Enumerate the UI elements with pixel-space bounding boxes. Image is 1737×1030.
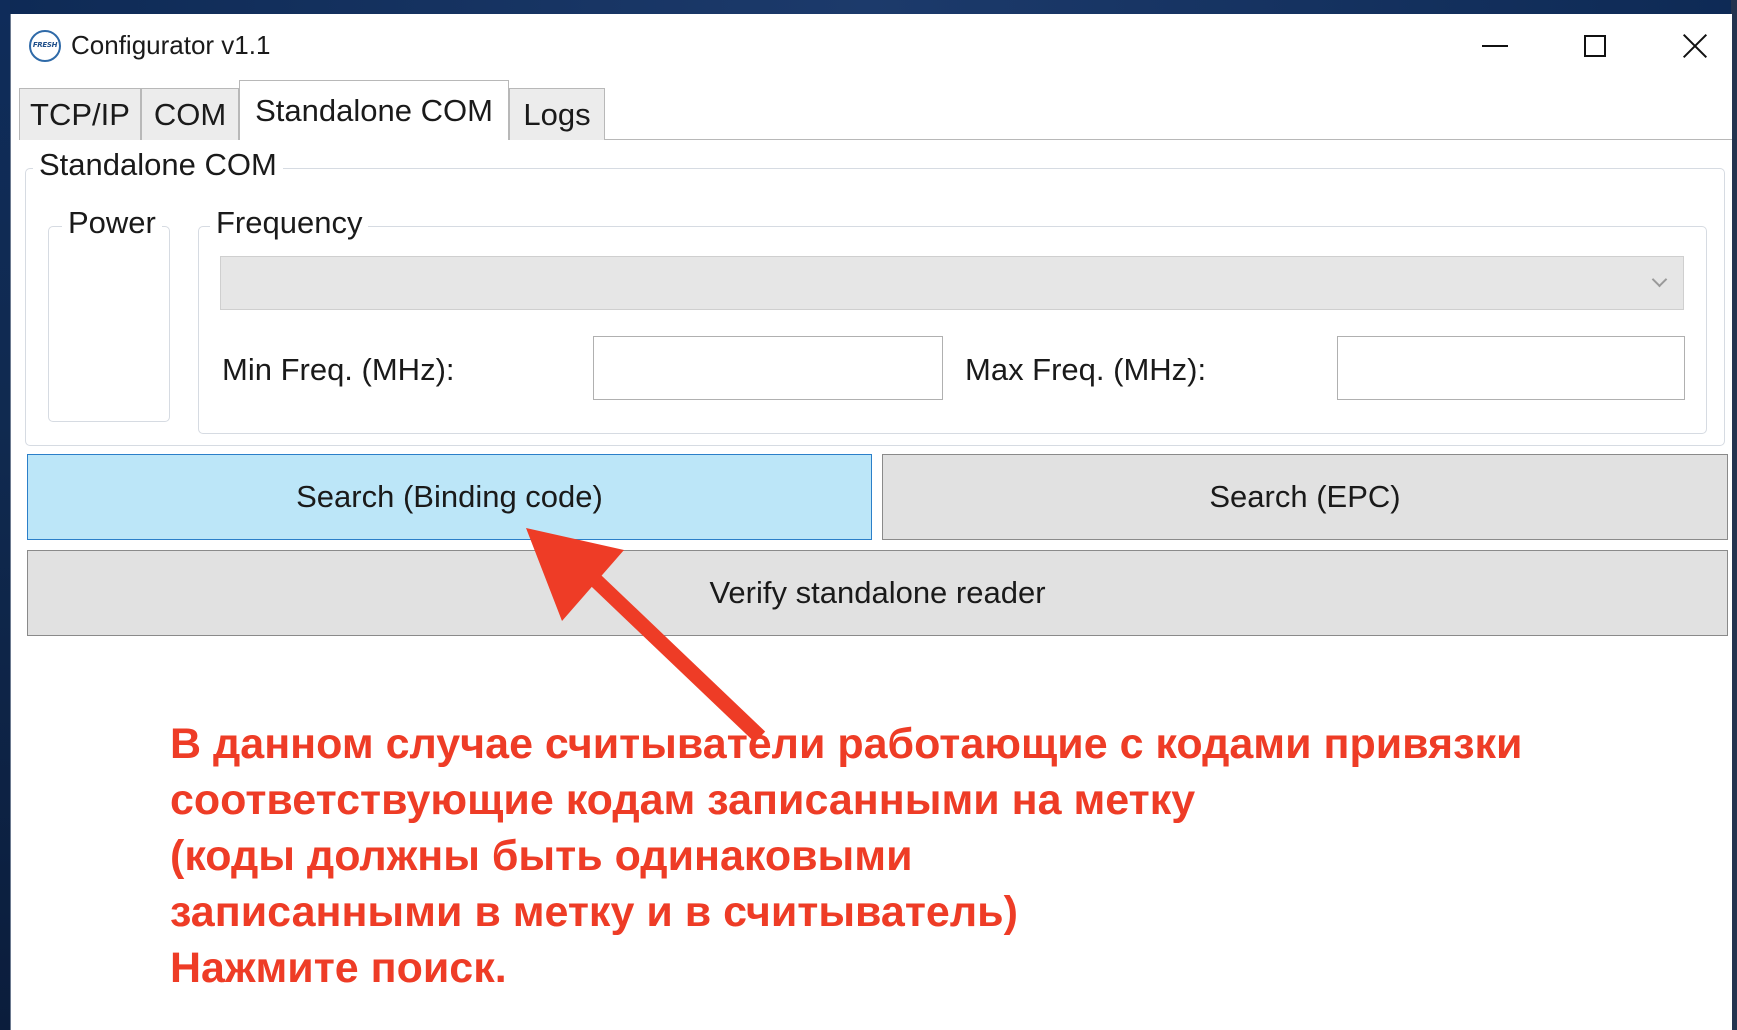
annotation-text: В данном случае считыватели работающие с…	[170, 716, 1522, 996]
tab-com[interactable]: COM	[141, 88, 239, 140]
min-freq-label: Min Freq. (MHz):	[222, 352, 455, 387]
min-freq-input[interactable]	[593, 336, 943, 400]
annotation-line: соответствующие кодам записанными на мет…	[170, 776, 1196, 824]
close-button[interactable]	[1645, 14, 1737, 78]
tab-logs[interactable]: Logs	[509, 88, 605, 140]
desktop-background-left	[0, 0, 10, 1030]
maximize-icon	[1584, 35, 1606, 57]
max-freq-input[interactable]	[1337, 336, 1685, 400]
max-freq-label: Max Freq. (MHz):	[965, 352, 1207, 387]
tab-tcp-ip[interactable]: TCP/IP	[19, 88, 141, 140]
annotation-line: В данном случае считыватели работающие с…	[170, 720, 1523, 768]
frequency-group-title: Frequency	[210, 206, 369, 240]
app-logo-text: FRESH	[32, 41, 58, 49]
minimize-button[interactable]	[1445, 14, 1545, 78]
tab-standalone-com[interactable]: Standalone COM	[239, 80, 509, 140]
frequency-dropdown[interactable]	[220, 256, 1684, 310]
app-logo-icon: FRESH	[29, 30, 61, 62]
verify-standalone-reader-button[interactable]: Verify standalone reader	[27, 550, 1728, 636]
window-title: Configurator v1.1	[71, 30, 271, 60]
minimize-icon	[1482, 45, 1508, 47]
tab-strip: TCP/IP COM Standalone COM Logs	[11, 78, 1732, 140]
annotation-line: Нажмите поиск.	[170, 944, 507, 992]
annotation-line: (коды должны быть одинаковыми	[170, 832, 913, 880]
title-bar[interactable]: FRESH Configurator v1.1	[11, 14, 1732, 78]
annotation-line: записанными в метку и в считыватель)	[170, 888, 1018, 936]
screenshot: FRESH Configurator v1.1 TCP/IP COM Stand…	[0, 0, 1737, 1030]
power-group	[48, 226, 170, 422]
close-icon	[1681, 32, 1709, 60]
maximize-button[interactable]	[1545, 14, 1645, 78]
power-group-title: Power	[62, 206, 162, 240]
standalone-com-group-title: Standalone COM	[33, 148, 283, 182]
chevron-down-icon	[1651, 271, 1668, 288]
search-epc-button[interactable]: Search (EPC)	[882, 454, 1728, 540]
search-binding-code-button[interactable]: Search (Binding code)	[27, 454, 872, 540]
desktop-background-top	[0, 0, 1737, 14]
